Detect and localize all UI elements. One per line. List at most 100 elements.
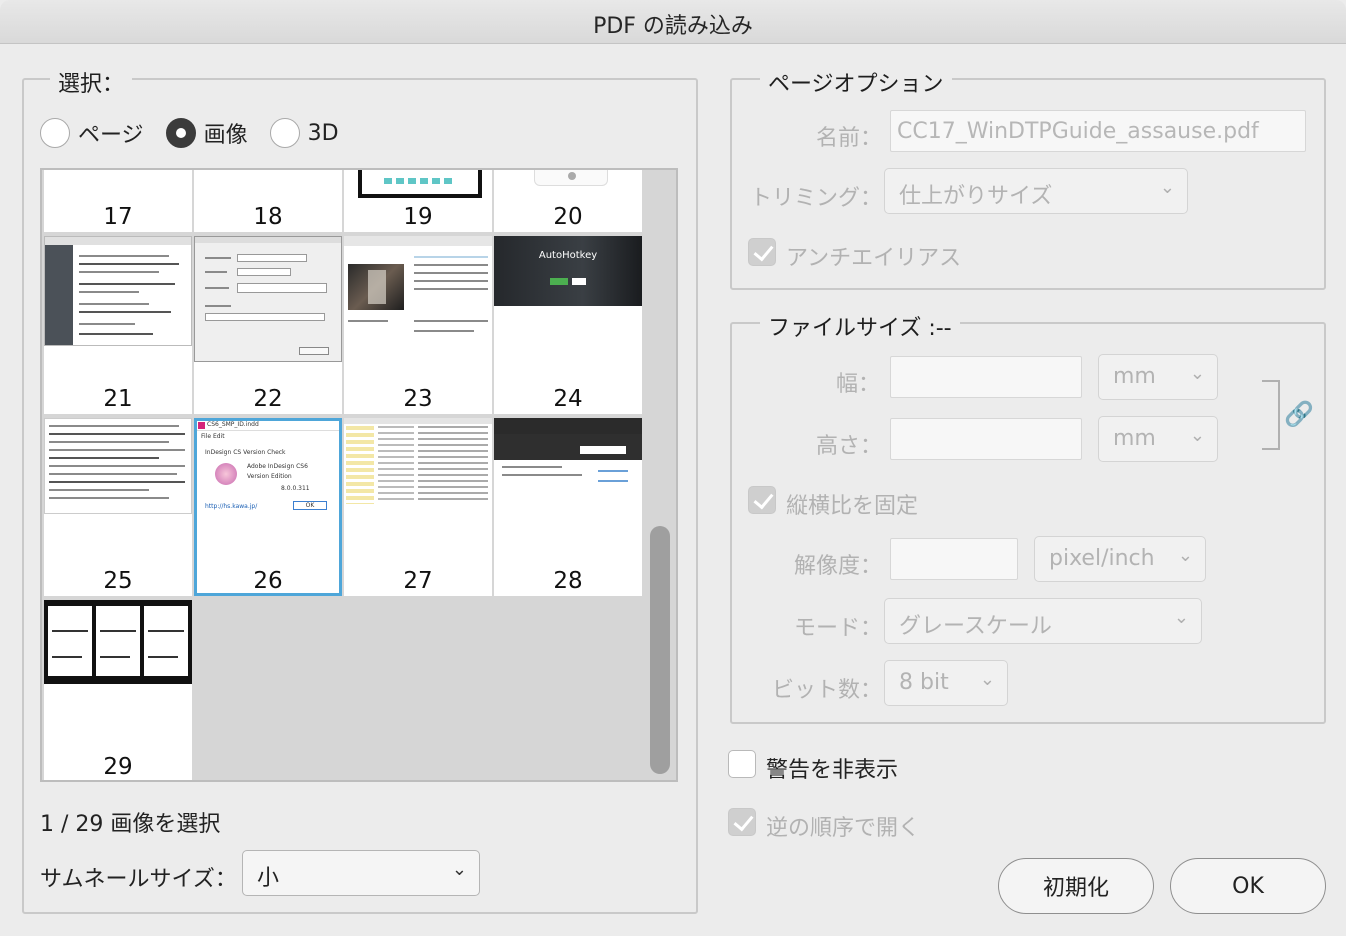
height-label: 高さ：: [816, 434, 883, 459]
reset-button[interactable]: 初期化: [998, 858, 1154, 914]
height-unit-select[interactable]: mm ⌄: [1098, 416, 1218, 462]
width-unit-value: mm: [1113, 364, 1156, 389]
gallery-scrollbar-thumb[interactable]: [650, 526, 670, 774]
thumbnail-28[interactable]: 28: [494, 418, 642, 596]
bits-value: 8 bit: [899, 670, 949, 695]
thumbnail-29[interactable]: 29: [44, 600, 192, 780]
constrain-checkbox[interactable]: [748, 486, 776, 514]
height-unit-value: mm: [1113, 426, 1156, 451]
thumbnail-26-ok: OK: [293, 501, 327, 510]
thumbnail-number: 17: [103, 204, 133, 230]
thumbnail-18[interactable]: 18: [194, 170, 342, 232]
radio-page[interactable]: ページ: [40, 117, 144, 149]
radio-page-button[interactable]: [40, 118, 70, 148]
antialias-label: アンチエイリアス: [786, 246, 962, 271]
width-label: 幅：: [836, 372, 881, 397]
thumbnail-26-edition: Version Edition: [247, 473, 292, 480]
thumbnail-21[interactable]: 21: [44, 236, 192, 414]
thumbnail-number: 25: [103, 568, 133, 594]
thumbnail-number: 26: [253, 568, 283, 594]
thumbnail-number: 20: [553, 204, 583, 230]
crop-value: 仕上がりサイズ: [899, 184, 1053, 209]
thumbnail-27[interactable]: 27: [344, 418, 492, 596]
width-unit-select[interactable]: mm ⌄: [1098, 354, 1218, 400]
thumbnail-23[interactable]: 23: [344, 236, 492, 414]
thumbnail-17[interactable]: 17: [44, 170, 192, 232]
hide-warnings-checkbox[interactable]: [728, 750, 756, 778]
thumbnail-29-image: [44, 600, 192, 684]
resolution-unit-value: pixel/inch: [1049, 546, 1155, 571]
resolution-field[interactable]: [890, 538, 1018, 580]
thumbnail-gallery[interactable]: 17 18 19 20 21 22 23 AutoHotkey 24 25 CS…: [40, 168, 678, 782]
thumbnail-26-image: CS6_SMP_ID.indd File Edit InDesign CS Ve…: [197, 421, 339, 517]
constrain-label: 縦横比を固定: [786, 494, 919, 519]
ok-button[interactable]: OK: [1170, 858, 1326, 914]
thumbnail-size-select[interactable]: 小 ⌄: [242, 850, 480, 896]
antialias-checkbox[interactable]: [748, 238, 776, 266]
constrain-bracket: [1262, 380, 1280, 450]
radio-image-label: 画像: [203, 123, 248, 148]
thumbnail-26-version: 8.0.0.311: [281, 485, 310, 492]
thumbnail-26-app: Adobe InDesign CS6: [247, 463, 308, 470]
thumbnail-number: 27: [403, 568, 433, 594]
thumbnail-19-image: [344, 170, 492, 200]
chevron-down-icon: ⌄: [451, 859, 467, 880]
thumbnail-26-titlebar: CS6_SMP_ID.indd: [197, 421, 339, 431]
thumbnail-22[interactable]: 22: [194, 236, 342, 414]
thumbnail-number: 21: [103, 386, 133, 412]
thumbnail-25[interactable]: 25: [44, 418, 192, 596]
name-field[interactable]: CC17_WinDTPGuide_assause.pdf: [890, 110, 1306, 152]
radio-page-label: ページ: [78, 123, 144, 148]
thumbnail-26[interactable]: CS6_SMP_ID.indd File Edit InDesign CS Ve…: [194, 418, 342, 596]
chevron-down-icon: ⌄: [1189, 363, 1205, 384]
crop-select[interactable]: 仕上がりサイズ ⌄: [884, 168, 1188, 214]
hide-warnings-label: 警告を非表示: [766, 758, 899, 783]
crop-label: トリミング：: [750, 186, 883, 211]
thumbnail-24-image: AutoHotkey: [494, 236, 642, 306]
thumbnail-number: 28: [553, 568, 583, 594]
thumbnail-24-text: AutoHotkey: [538, 250, 598, 261]
thumbnail-20[interactable]: 20: [494, 170, 642, 232]
thumbnail-21-image: [44, 236, 192, 346]
thumbnail-24[interactable]: AutoHotkey 24: [494, 236, 642, 414]
thumbnail-27-image: [344, 418, 492, 506]
thumbnail-number: 19: [403, 204, 433, 230]
bits-select[interactable]: 8 bit ⌄: [884, 660, 1008, 706]
thumbnail-26-heading: InDesign CS Version Check: [205, 449, 286, 456]
thumbnail-number: 22: [253, 386, 283, 412]
thumbnail-size-value: 小: [257, 866, 280, 891]
thumbnail-size-label: サムネールサイズ：: [40, 867, 237, 892]
title-bar: PDF の読み込み: [0, 0, 1346, 44]
chevron-down-icon: ⌄: [1177, 545, 1193, 566]
thumbnail-22-image: [194, 236, 342, 362]
chevron-down-icon: ⌄: [1173, 607, 1189, 628]
thumbnail-23-image: [344, 236, 492, 342]
thumbnail-number: 24: [553, 386, 583, 412]
name-label: 名前：: [816, 126, 883, 151]
resolution-label: 解像度：: [794, 554, 883, 579]
file-size-title: ファイルサイズ :--: [760, 310, 960, 342]
bits-label: ビット数：: [772, 678, 883, 703]
thumbnail-number: 18: [253, 204, 283, 230]
window-title: PDF の読み込み: [593, 14, 753, 39]
mode-label: モード：: [794, 616, 883, 641]
chevron-down-icon: ⌄: [979, 669, 995, 690]
radio-3d-button[interactable]: [269, 118, 300, 148]
thumbnail-26-link: http://hs.kawa.jp/: [205, 503, 258, 510]
reverse-order-label: 逆の順序で開く: [766, 816, 921, 841]
height-field[interactable]: [890, 418, 1082, 460]
chevron-down-icon: ⌄: [1159, 177, 1175, 198]
thumbnail-number: 29: [103, 754, 133, 780]
mode-select[interactable]: グレースケール ⌄: [884, 598, 1202, 644]
thumbnail-19[interactable]: 19: [344, 170, 492, 232]
radio-image-button[interactable]: [165, 118, 196, 148]
thumbnail-20-image: [494, 170, 642, 190]
reverse-order-checkbox[interactable]: [728, 808, 756, 836]
radio-image[interactable]: 画像: [165, 117, 248, 149]
selection-count: 1 / 29 画像を選択: [40, 812, 221, 837]
link-icon[interactable]: 🔗: [1284, 400, 1314, 428]
resolution-unit-select[interactable]: pixel/inch ⌄: [1034, 536, 1206, 582]
width-field[interactable]: [890, 356, 1082, 398]
page-options-title: ページオプション: [760, 66, 952, 98]
radio-3d[interactable]: 3D: [269, 118, 339, 148]
